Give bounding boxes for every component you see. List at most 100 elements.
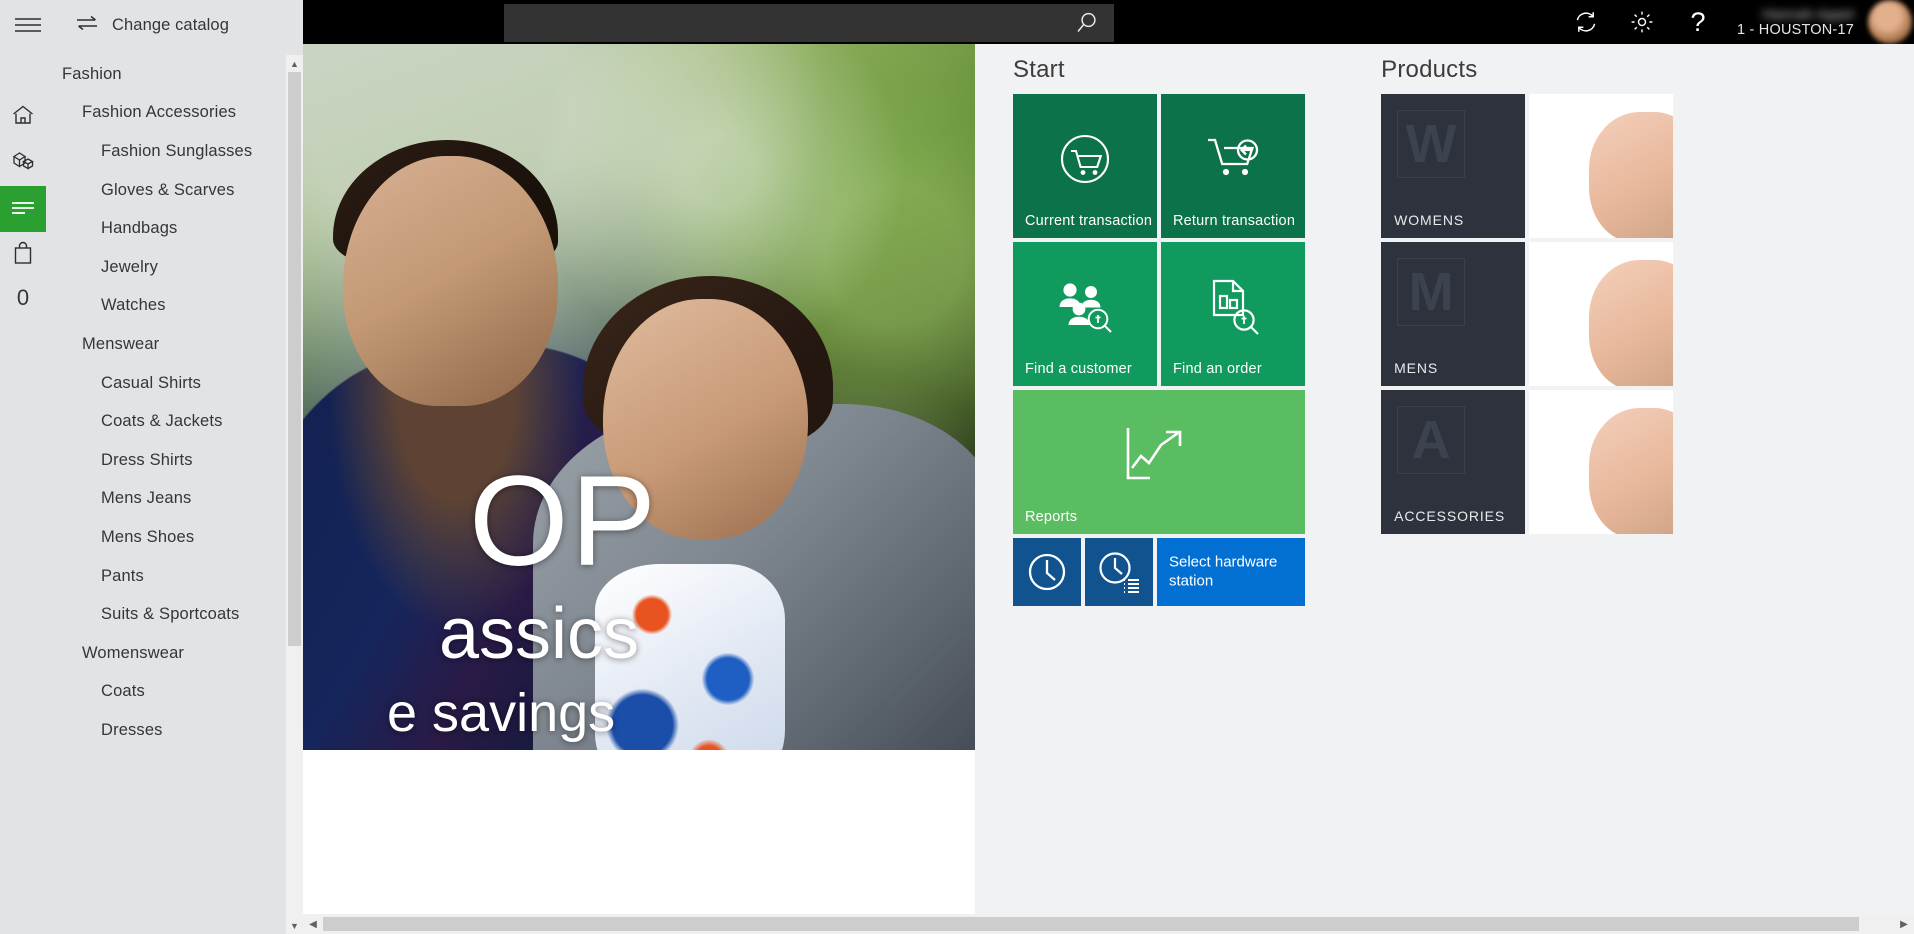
product-photo-subject — [1589, 260, 1674, 386]
gear-icon[interactable] — [1614, 0, 1670, 44]
catalog-item[interactable]: Coats & Jackets — [46, 402, 287, 441]
product-photo[interactable] — [1529, 390, 1674, 534]
swap-arrows-icon — [76, 15, 98, 36]
search-bar[interactable] — [504, 4, 1114, 42]
catalog-item[interactable]: Dresses — [46, 711, 287, 750]
catalog-item[interactable]: Womenswear — [46, 634, 287, 673]
search-icon[interactable] — [1060, 4, 1114, 42]
product-tile-mens[interactable]: M MENS — [1381, 242, 1526, 386]
catalog-item[interactable]: Dress Shirts — [46, 441, 287, 480]
home-icon — [11, 104, 35, 131]
hero-man-head — [343, 156, 558, 406]
left-pane-header: Change catalog — [0, 0, 303, 50]
start-small-tile-clock-list[interactable] — [1085, 538, 1153, 606]
products-boxes-icon — [11, 149, 36, 177]
user-station: 1 - HOUSTON-17 — [1737, 22, 1854, 38]
hamburger-menu-icon[interactable] — [0, 0, 56, 50]
start-tile-find-an-order[interactable]: Find an order — [1161, 242, 1305, 386]
horizontal-scrollbar[interactable]: ◀ ▶ — [303, 914, 1914, 934]
catalog-item-label: Womenswear — [82, 643, 185, 662]
avatar[interactable] — [1868, 0, 1912, 44]
catalog-item[interactable]: Casual Shirts — [46, 364, 287, 403]
catalog-item-label: Pants — [101, 566, 144, 585]
catalog-lines-icon — [10, 199, 36, 220]
catalog-item-label: Gloves & Scarves — [101, 180, 235, 199]
start-tile-label: Current transaction — [1025, 213, 1153, 229]
catalog-item-label: Coats — [101, 682, 145, 701]
catalog-item[interactable]: Suits & Sportcoats — [46, 595, 287, 634]
product-row: M MENS — [1381, 242, 1914, 386]
people-search-icon — [1054, 279, 1116, 335]
catalog-item[interactable]: Fashion Sunglasses — [46, 132, 287, 171]
start-tile-return-transaction[interactable]: Return transaction — [1161, 94, 1305, 238]
catalog-item[interactable]: Gloves & Scarves — [46, 171, 287, 210]
start-tile-find-a-customer[interactable]: Find a customer — [1013, 242, 1157, 386]
scrollbar-thumb-vertical[interactable] — [288, 72, 301, 646]
catalog-item-label: Handbags — [101, 219, 178, 238]
shopping-bag-icon — [13, 241, 33, 270]
main-content: Start Current transaction Return transac… — [975, 44, 1914, 914]
catalog-item[interactable]: Watches — [46, 287, 287, 326]
start-small-tile-grid: Select hardware station — [1013, 538, 1343, 606]
cart-count: 0 — [16, 285, 30, 310]
product-tile-label: WOMENS — [1394, 212, 1465, 228]
catalog-item[interactable]: Handbags — [46, 209, 287, 248]
rail-item-catalog[interactable] — [0, 186, 46, 232]
rail-item-products[interactable] — [0, 140, 46, 186]
product-photo[interactable] — [1529, 94, 1674, 238]
catalog-item-label: Dresses — [101, 720, 163, 739]
product-letter: W — [1405, 114, 1457, 174]
catalog-item-label: Mens Shoes — [101, 527, 195, 546]
catalog-list[interactable]: Fashion Fashion Accessories Fashion Sungla… — [46, 55, 287, 934]
scrollbar-thumb-horizontal[interactable] — [323, 917, 1859, 931]
refresh-icon[interactable] — [1558, 0, 1614, 44]
start-title: Start — [1013, 56, 1065, 83]
hero-woman-head — [603, 299, 808, 539]
catalog-item[interactable]: Mens Shoes — [46, 518, 287, 557]
catalog-vertical-scrollbar[interactable]: ▲ ▼ — [286, 55, 303, 934]
catalog-item[interactable]: Fashion — [46, 55, 287, 94]
chart-arrow-up-icon — [1120, 424, 1198, 486]
user-info[interactable]: Hannah Appel 1 - HOUSTON-17 — [1726, 0, 1868, 44]
top-bar: ? Hannah Appel 1 - HOUSTON-17 — [303, 0, 1914, 44]
nav-rail: 0 — [0, 50, 46, 934]
catalog-item-label: Mens Jeans — [101, 489, 192, 508]
catalog-item[interactable]: Pants — [46, 557, 287, 596]
catalog-item[interactable]: Jewelry — [46, 248, 287, 287]
scroll-left-arrow[interactable]: ◀ — [303, 914, 323, 934]
catalog-item[interactable]: Coats — [46, 673, 287, 712]
clock-icon — [1025, 550, 1069, 594]
scroll-up-arrow[interactable]: ▲ — [286, 55, 303, 72]
start-tile-current-transaction[interactable]: Current transaction — [1013, 94, 1157, 238]
catalog-item-label: Casual Shirts — [101, 373, 202, 392]
start-small-tile-select-hardware-station[interactable]: Select hardware station — [1157, 538, 1305, 606]
product-letter-placeholder: W — [1397, 110, 1466, 178]
shopping-cart-circle-icon — [1054, 128, 1116, 190]
start-small-tile-clock[interactable] — [1013, 538, 1081, 606]
scroll-down-arrow[interactable]: ▼ — [286, 917, 303, 934]
catalog-item[interactable]: Fashion Accessories — [46, 94, 287, 133]
product-tile-womens[interactable]: W WOMENS — [1381, 94, 1526, 238]
left-pane: Change catalog 0 Fashion Fashion Accesso… — [0, 0, 303, 934]
product-tile-grid: W WOMENS M MENS A ACCESSORIES — [1381, 94, 1914, 534]
change-catalog-label: Change catalog — [112, 15, 229, 34]
start-tile-label: Find a customer — [1025, 361, 1132, 377]
product-photo[interactable] — [1529, 242, 1674, 386]
product-tile-accessories[interactable]: A ACCESSORIES — [1381, 390, 1526, 534]
scroll-right-arrow[interactable]: ▶ — [1894, 914, 1914, 934]
product-row: A ACCESSORIES — [1381, 390, 1914, 534]
rail-item-home[interactable] — [0, 94, 46, 140]
start-tile-reports[interactable]: Reports — [1013, 390, 1305, 534]
product-letter: M — [1408, 262, 1454, 322]
catalog-item[interactable]: Menswear — [46, 325, 287, 364]
start-tile-label: Return transaction — [1173, 213, 1296, 229]
rail-item-cart[interactable] — [0, 232, 46, 278]
change-catalog-button[interactable]: Change catalog — [56, 0, 229, 50]
search-input[interactable] — [504, 4, 1060, 42]
start-tile-label: Find an order — [1173, 361, 1262, 377]
start-tile-label: Reports — [1025, 509, 1078, 525]
help-question-icon[interactable]: ? — [1670, 0, 1726, 44]
products-title: Products — [1381, 56, 1478, 83]
catalog-item[interactable]: Mens Jeans — [46, 480, 287, 519]
catalog-item-label: Fashion Sunglasses — [101, 141, 253, 160]
